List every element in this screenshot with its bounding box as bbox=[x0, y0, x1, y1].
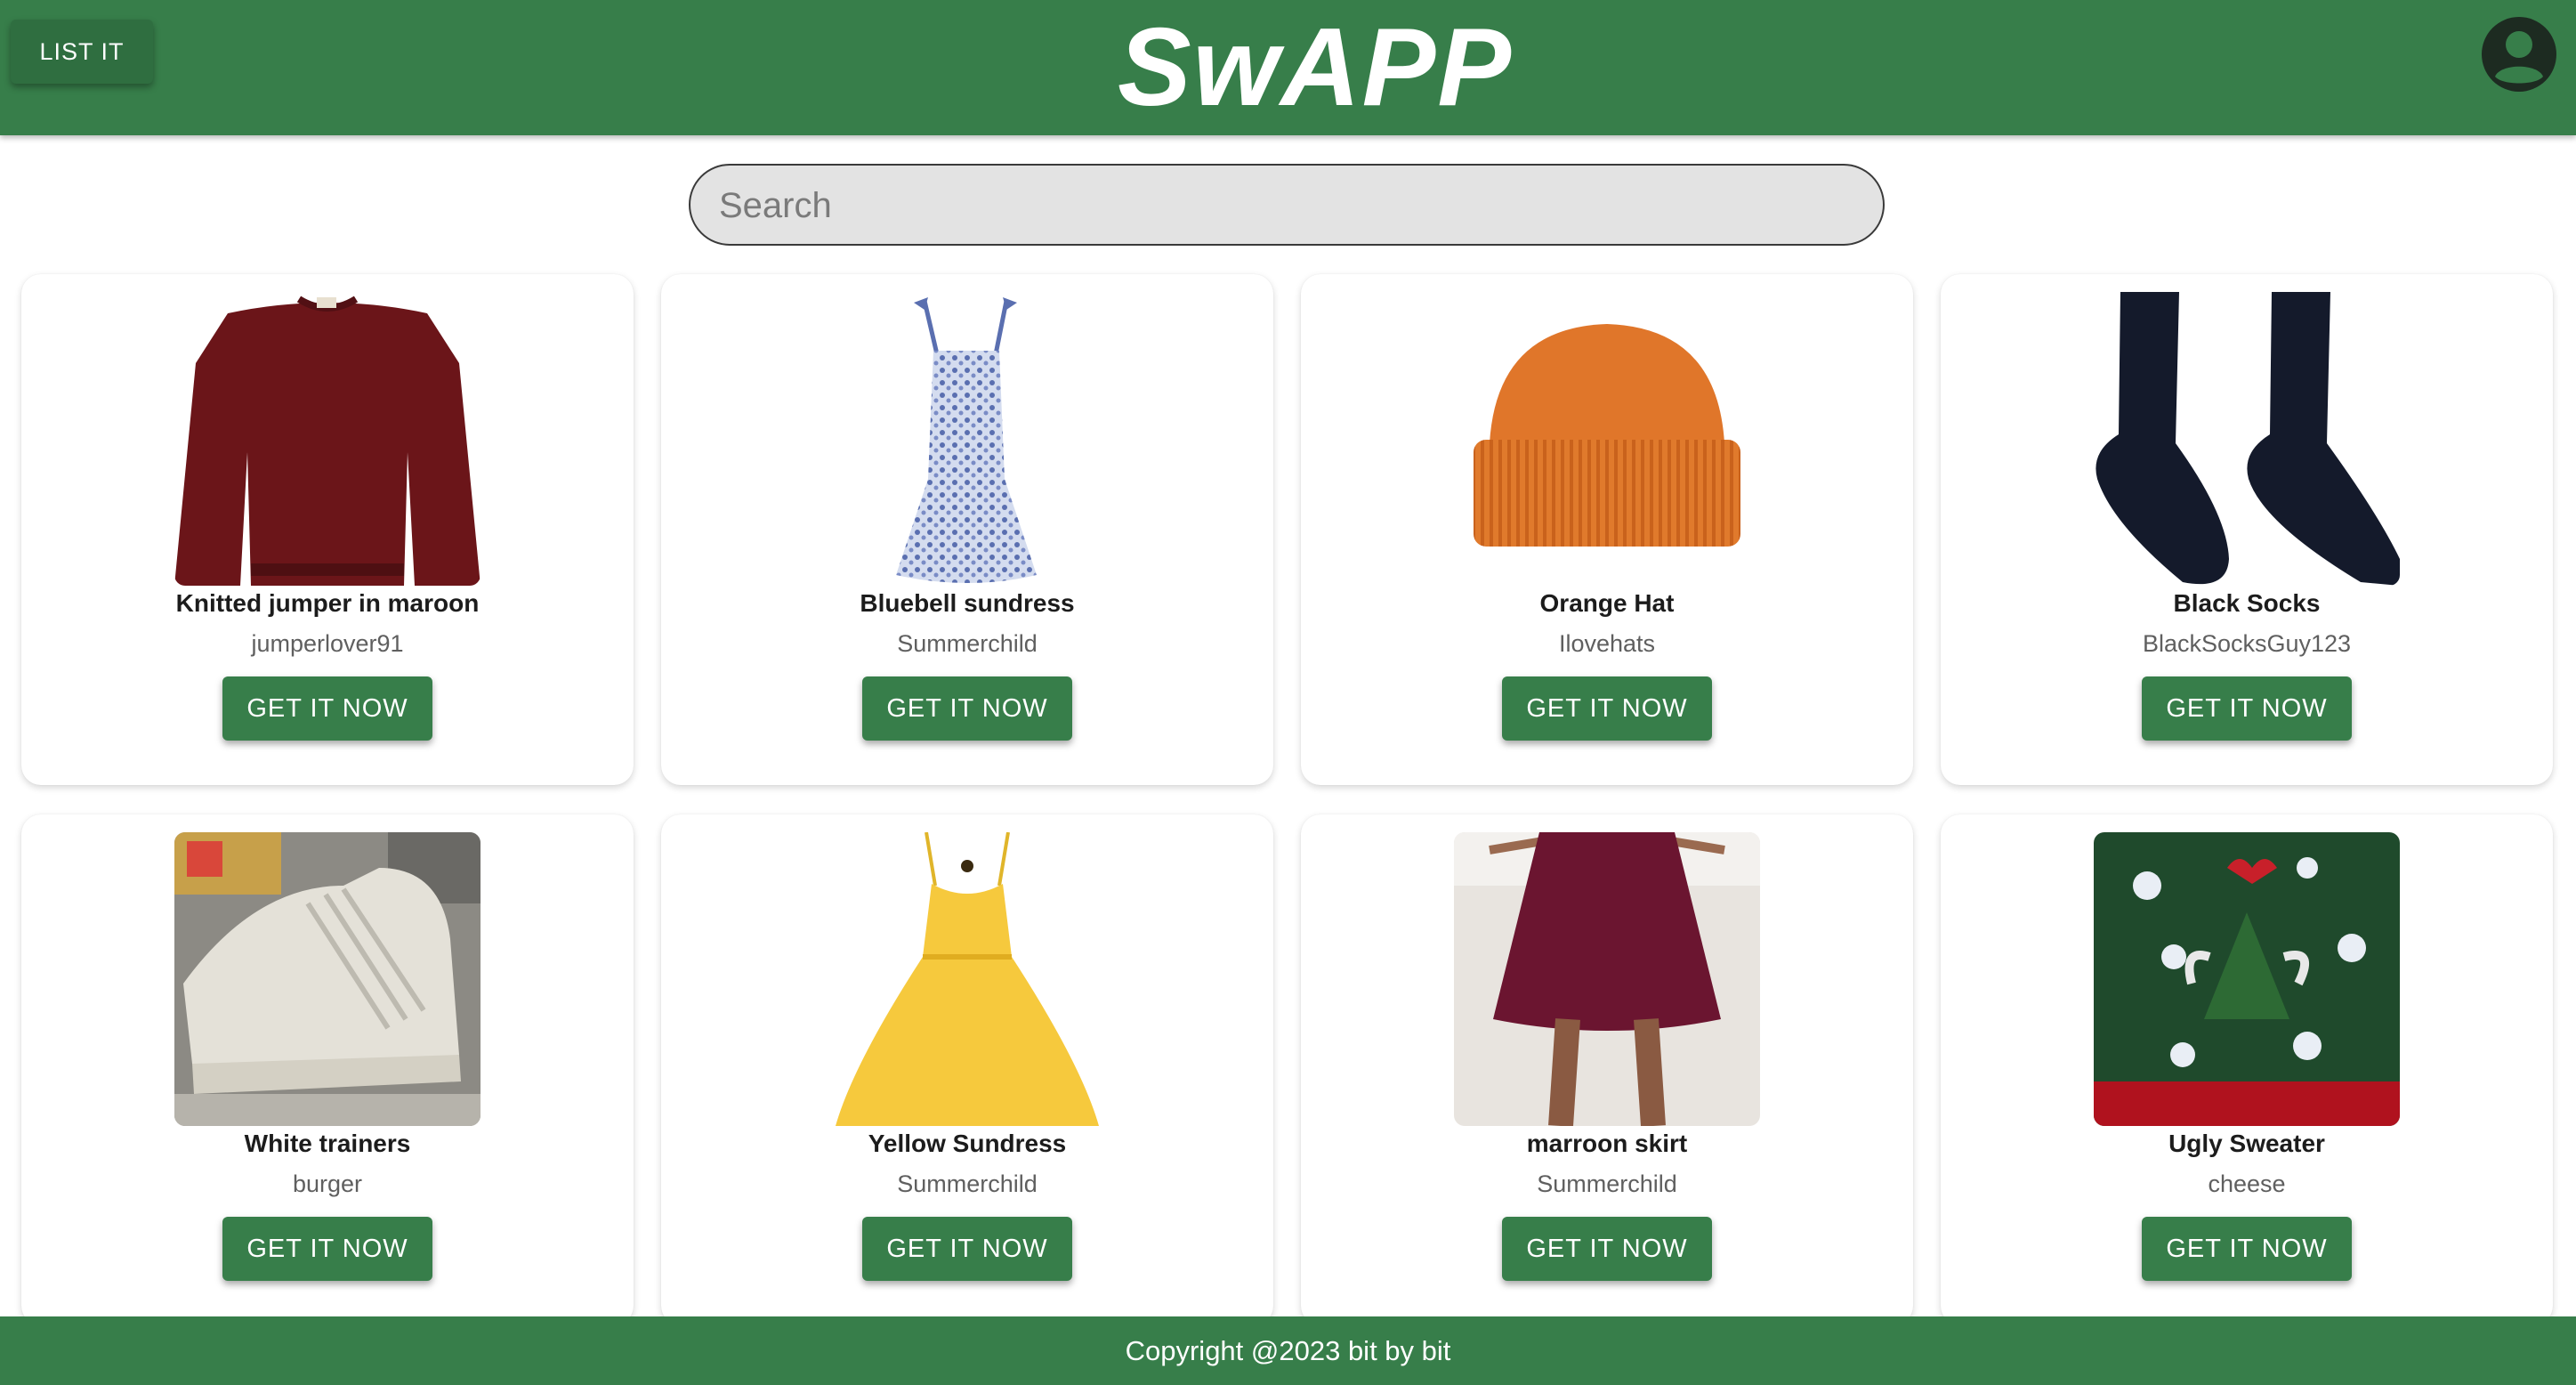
list-it-button[interactable]: LIST IT bbox=[11, 20, 153, 84]
listing-card: Ugly Sweater cheese GET IT NOW bbox=[1941, 814, 2553, 1325]
listing-seller: BlackSocksGuy123 bbox=[2142, 630, 2352, 657]
get-it-now-button[interactable]: GET IT NOW bbox=[2142, 1217, 2352, 1281]
listing-card: White trainers burger GET IT NOW bbox=[21, 814, 634, 1325]
listing-title: Yellow Sundress bbox=[868, 1130, 1067, 1157]
listing-card: Black Socks BlackSocksGuy123 GET IT NOW bbox=[1941, 274, 2553, 785]
listing-title: Orange Hat bbox=[1539, 589, 1675, 617]
listing-seller: Ilovehats bbox=[1558, 630, 1656, 657]
black-socks-image bbox=[2094, 292, 2400, 586]
yellow-dress-image bbox=[814, 832, 1120, 1126]
christmas-sweater-image bbox=[2094, 832, 2400, 1126]
get-it-now-button[interactable]: GET IT NOW bbox=[1502, 1217, 1712, 1281]
listing-card: Bluebell sundress Summerchild GET IT NOW bbox=[661, 274, 1273, 785]
listing-seller: jumperlover91 bbox=[251, 630, 404, 657]
get-it-now-button[interactable]: GET IT NOW bbox=[222, 1217, 432, 1281]
logo-text: SwAPP bbox=[1118, 12, 1513, 119]
blue-floral-dress-image bbox=[814, 292, 1120, 586]
listing-seller: burger bbox=[292, 1170, 363, 1197]
get-it-now-button[interactable]: GET IT NOW bbox=[862, 676, 1072, 741]
app-bar: LIST IT SwAPP bbox=[0, 0, 2576, 135]
listing-title: Bluebell sundress bbox=[860, 589, 1075, 617]
listing-card: marroon skirt Summerchild GET IT NOW bbox=[1301, 814, 1913, 1325]
white-trainers-image bbox=[174, 832, 480, 1126]
listing-card: Knitted jumper in maroon jumperlover91 G… bbox=[21, 274, 634, 785]
listings-grid: Knitted jumper in maroon jumperlover91 G… bbox=[21, 274, 2555, 1325]
listing-seller: cheese bbox=[2208, 1170, 2286, 1197]
get-it-now-button[interactable]: GET IT NOW bbox=[1502, 676, 1712, 741]
listing-title: Knitted jumper in maroon bbox=[175, 589, 480, 617]
listing-title: Ugly Sweater bbox=[2168, 1130, 2325, 1157]
maroon-skirt-image bbox=[1454, 832, 1760, 1126]
listing-title: Black Socks bbox=[2173, 589, 2321, 617]
listing-title: White trainers bbox=[244, 1130, 411, 1157]
listing-card: Orange Hat Ilovehats GET IT NOW bbox=[1301, 274, 1913, 785]
search-input[interactable] bbox=[717, 166, 1860, 246]
listing-title: marroon skirt bbox=[1526, 1130, 1688, 1157]
search-bar[interactable] bbox=[689, 164, 1885, 246]
footer: Copyright @2023 bit by bit bbox=[0, 1316, 2576, 1385]
get-it-now-button[interactable]: GET IT NOW bbox=[862, 1217, 1072, 1281]
account-circle-icon[interactable] bbox=[2479, 14, 2559, 94]
listing-seller: Summerchild bbox=[897, 1170, 1038, 1197]
listing-seller: Summerchild bbox=[897, 630, 1038, 657]
get-it-now-button[interactable]: GET IT NOW bbox=[2142, 676, 2352, 741]
copyright-text: Copyright @2023 bit by bit bbox=[1125, 1334, 1451, 1366]
maroon-jumper-image bbox=[174, 292, 480, 586]
get-it-now-button[interactable]: GET IT NOW bbox=[222, 676, 432, 741]
orange-beanie-image bbox=[1454, 292, 1760, 586]
listing-card: Yellow Sundress Summerchild GET IT NOW bbox=[661, 814, 1273, 1325]
listing-seller: Summerchild bbox=[1537, 1170, 1677, 1197]
swapp-logo[interactable]: SwAPP bbox=[1084, 12, 1546, 119]
